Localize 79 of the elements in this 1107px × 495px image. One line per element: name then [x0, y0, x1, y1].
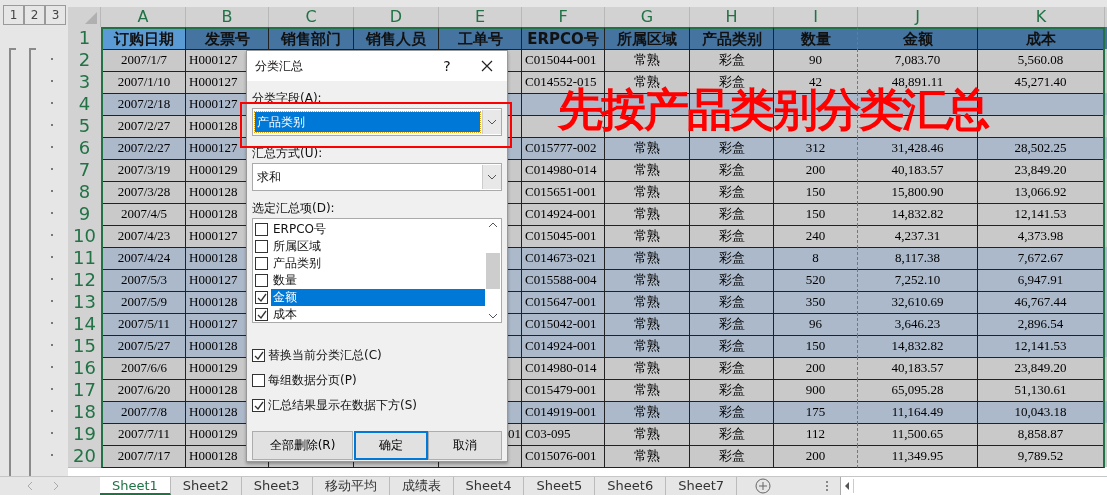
- list-item[interactable]: 所属区域: [271, 238, 485, 255]
- row-number[interactable]: 2: [68, 49, 101, 72]
- row-number[interactable]: 4: [68, 93, 101, 116]
- checkbox[interactable]: [255, 257, 268, 270]
- check-icon: [253, 401, 264, 410]
- column-header[interactable]: H: [690, 7, 774, 27]
- check-icon: [256, 293, 267, 302]
- checkbox-label[interactable]: 汇总结果显示在数据下方(S): [268, 397, 417, 414]
- scroll-down-icon[interactable]: [488, 313, 498, 319]
- check-icon: [256, 310, 267, 319]
- row-number[interactable]: 14: [68, 313, 101, 336]
- column-header[interactable]: G: [605, 7, 690, 27]
- column-header[interactable]: C: [269, 7, 354, 27]
- checkbox-label[interactable]: 每组数据分页(P): [268, 372, 357, 389]
- row-number[interactable]: 20: [68, 445, 101, 468]
- row-number[interactable]: 8: [68, 181, 101, 204]
- list-item[interactable]: 数量: [271, 272, 485, 289]
- dialog-button[interactable]: 全部删除(R): [252, 431, 353, 460]
- row-number[interactable]: 10: [68, 225, 101, 248]
- list-item[interactable]: 成本: [271, 306, 485, 323]
- dropdown[interactable]: 求和: [252, 163, 502, 191]
- sheet-tab[interactable]: Sheet4: [453, 477, 525, 495]
- column-header[interactable]: E: [439, 7, 522, 27]
- row-number[interactable]: 9: [68, 203, 101, 226]
- column-header[interactable]: K: [978, 7, 1105, 27]
- checkbox[interactable]: [255, 308, 268, 321]
- dropdown[interactable]: 产品类别: [252, 108, 502, 136]
- outline-level-button[interactable]: 1: [3, 5, 24, 25]
- column-header[interactable]: D: [354, 7, 439, 27]
- close-icon[interactable]: [481, 60, 493, 72]
- sheet-tab[interactable]: Sheet3: [241, 477, 313, 495]
- row-number[interactable]: 17: [68, 379, 101, 402]
- row-number[interactable]: 12: [68, 269, 101, 292]
- column-header[interactable]: F: [522, 7, 605, 27]
- list-item[interactable]: 产品类别: [271, 255, 485, 272]
- scrollbar-thumb[interactable]: [486, 252, 500, 289]
- active-cell[interactable]: 订购日期: [101, 27, 186, 50]
- help-button[interactable]: ?: [435, 58, 459, 74]
- checkbox[interactable]: [252, 349, 265, 362]
- check-icon: [253, 351, 264, 360]
- row-number[interactable]: 6: [68, 137, 101, 160]
- list-item[interactable]: ERPCO号: [271, 221, 485, 238]
- outline-level-button[interactable]: 3: [45, 5, 66, 25]
- checkbox[interactable]: [255, 291, 268, 304]
- row-number[interactable]: 18: [68, 401, 101, 424]
- chevron-down-icon: [487, 174, 497, 180]
- row-number[interactable]: 7: [68, 159, 101, 182]
- row-number[interactable]: 13: [68, 291, 101, 314]
- checkbox[interactable]: [252, 374, 265, 387]
- dialog-button[interactable]: 取消: [428, 431, 502, 460]
- checkbox[interactable]: [255, 274, 268, 287]
- sheet-tab[interactable]: Sheet1: [100, 477, 171, 495]
- column-header[interactable]: I: [774, 7, 858, 27]
- checkbox[interactable]: [252, 399, 265, 412]
- row-number[interactable]: 1: [68, 27, 101, 50]
- column-header[interactable]: J: [858, 7, 978, 27]
- add-sheet-icon[interactable]: [755, 478, 771, 494]
- dialog-button[interactable]: 确定: [353, 431, 428, 460]
- row-number[interactable]: 16: [68, 357, 101, 380]
- chevron-down-icon: [487, 119, 497, 125]
- row-number[interactable]: 19: [68, 423, 101, 446]
- row-number[interactable]: 5: [68, 115, 101, 138]
- sheet-tab[interactable]: 成绩表: [389, 477, 454, 495]
- checkbox[interactable]: [255, 240, 268, 253]
- row-number[interactable]: 3: [68, 71, 101, 94]
- sheet-tab[interactable]: Sheet5: [524, 477, 596, 495]
- scroll-up-icon[interactable]: [488, 222, 498, 228]
- column-header[interactable]: B: [186, 7, 269, 27]
- list-item[interactable]: 金额: [271, 289, 485, 306]
- sheet-tab[interactable]: Sheet2: [170, 477, 242, 495]
- checkbox-label[interactable]: 替换当前分类汇总(C): [268, 347, 382, 364]
- splitter-handle-icon[interactable]: [825, 480, 829, 492]
- checkbox[interactable]: [255, 223, 268, 236]
- sheet-tab[interactable]: 移动平均: [312, 477, 390, 495]
- row-number[interactable]: 15: [68, 335, 101, 358]
- sheet-tab[interactable]: Sheet7: [666, 477, 737, 495]
- sheet-tab[interactable]: Sheet6: [595, 477, 667, 495]
- outline-level-button[interactable]: 2: [24, 5, 45, 25]
- row-number[interactable]: 11: [68, 247, 101, 270]
